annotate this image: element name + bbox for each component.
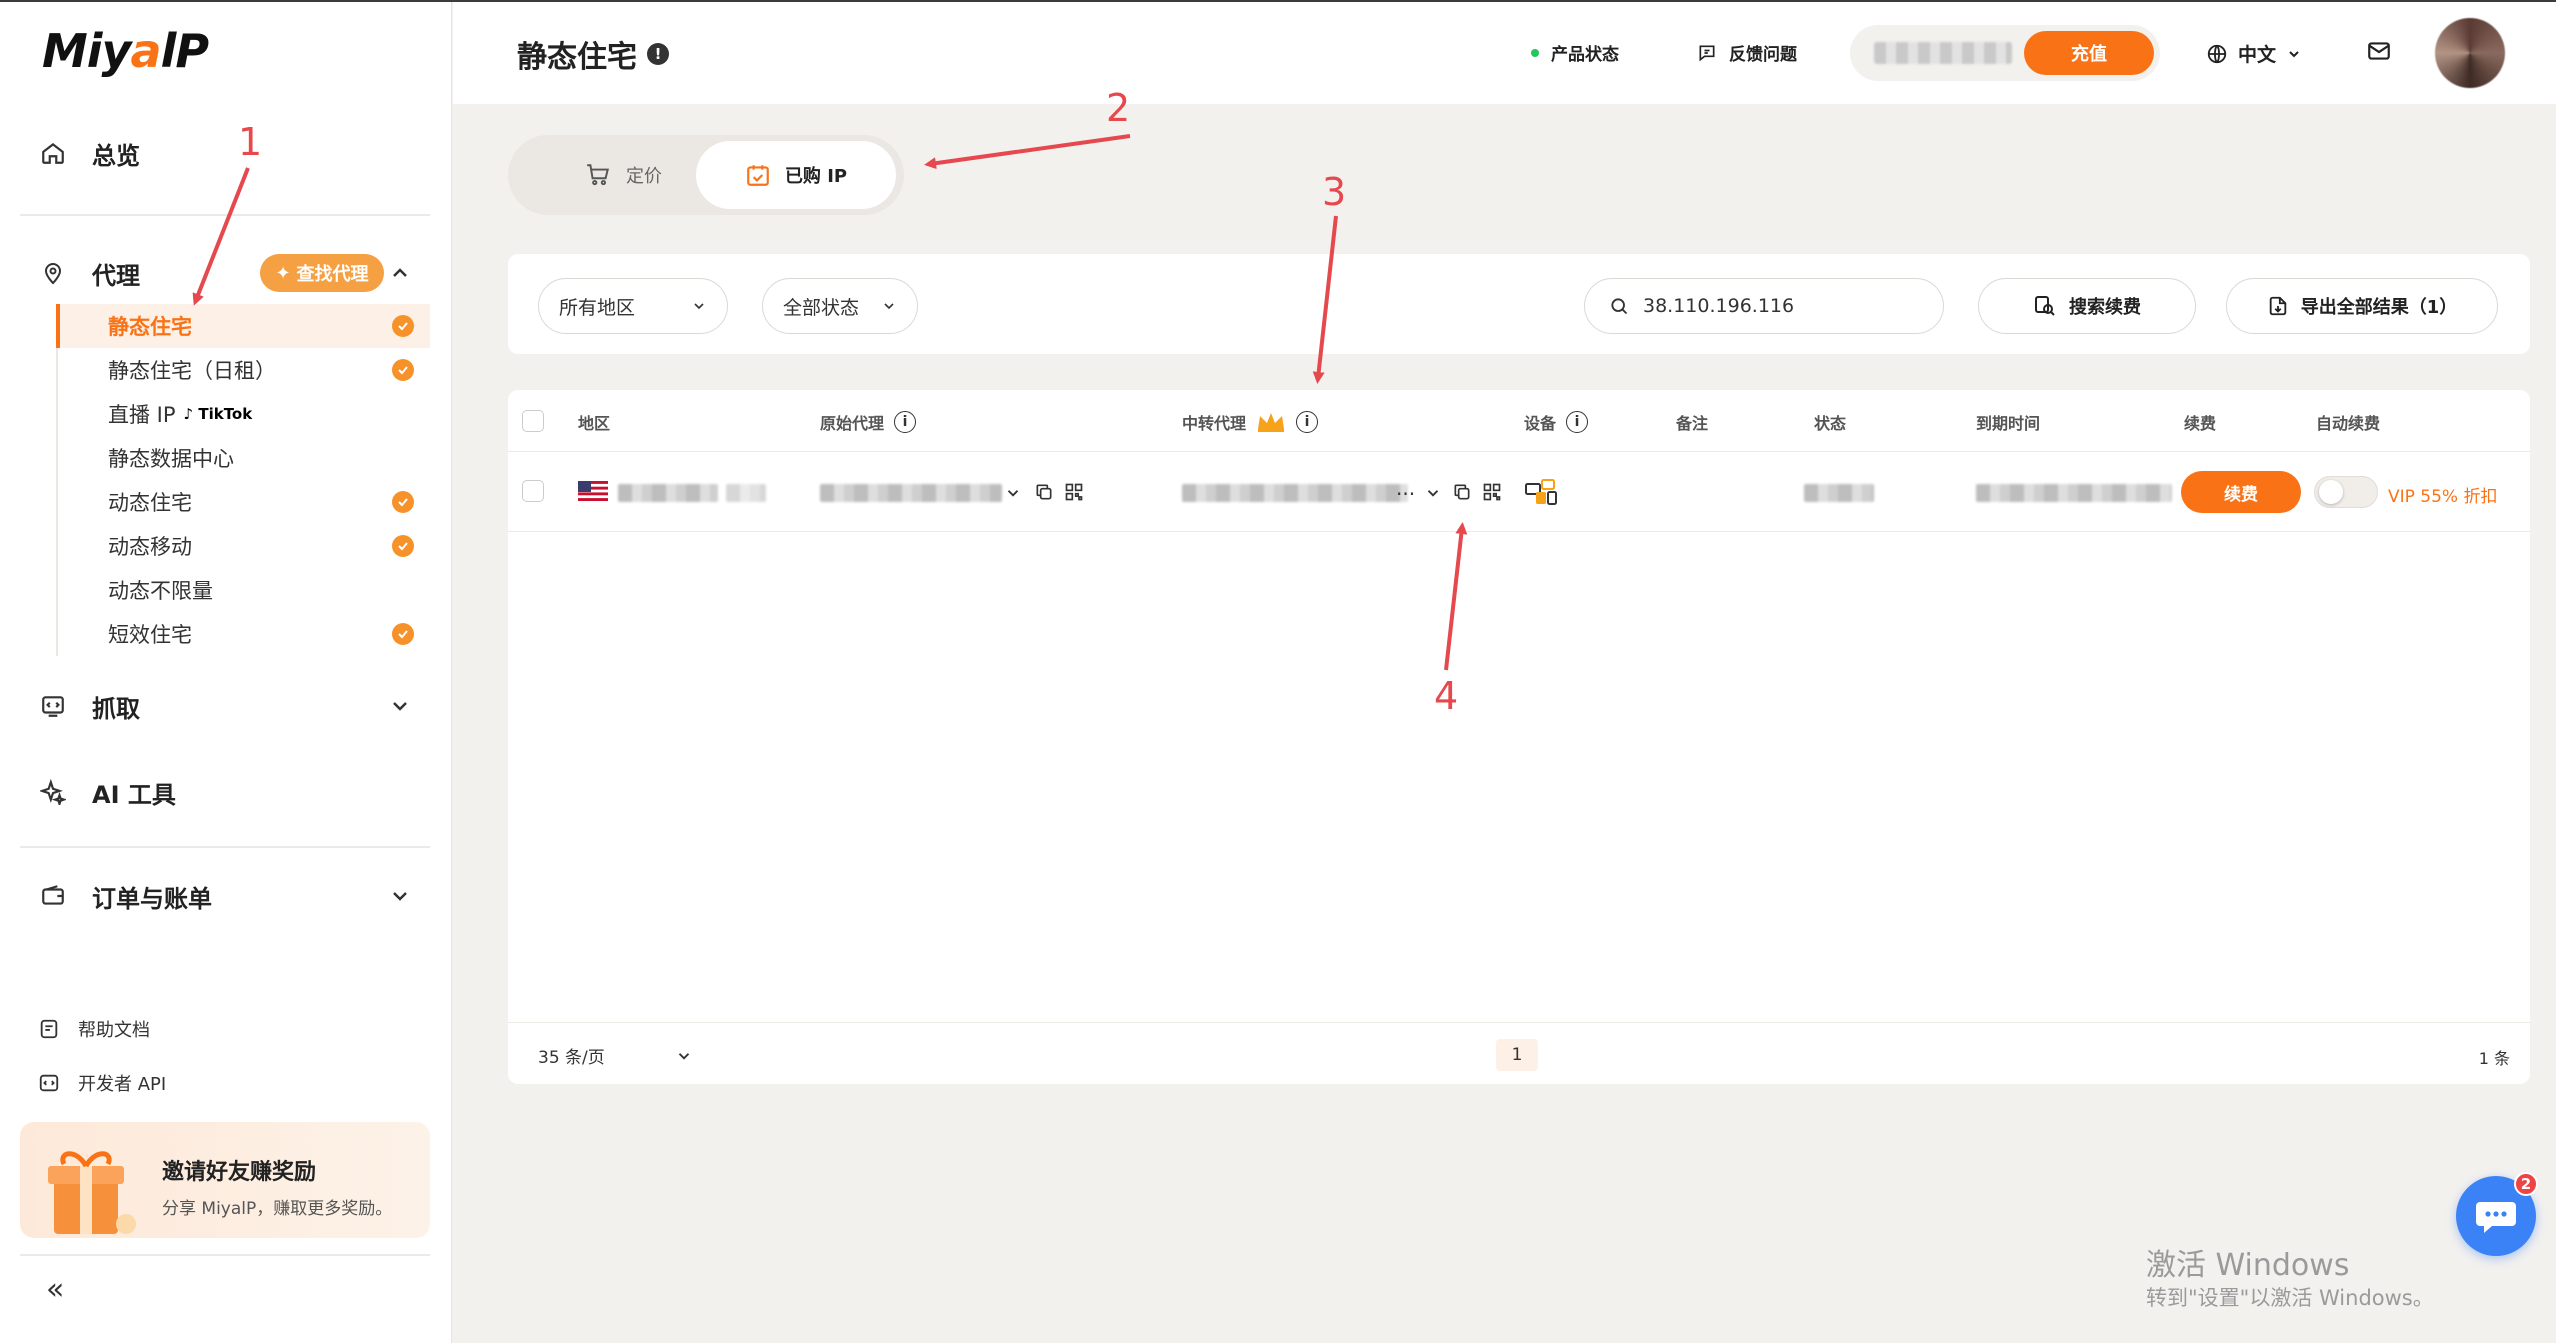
annotation-arrow-2	[924, 134, 1131, 170]
annotation-arrow-4	[1444, 522, 1468, 671]
chat-support-button[interactable]: 2	[2456, 1172, 2538, 1256]
annotation-arrow-1	[192, 167, 250, 306]
annotation-label-3: 3	[1322, 170, 1347, 214]
annotation-arrows	[192, 134, 1468, 671]
chat-bubble-icon	[2476, 1202, 2516, 1233]
annotation-label-1: 1	[238, 120, 263, 164]
windows-activation-hint: 转到"设置"以激活 Windows。	[2146, 1286, 2434, 1310]
windows-activation-watermark: 激活 Windows	[2146, 1248, 2350, 1283]
annotation-arrow-3	[1312, 215, 1338, 384]
annotation-label-2: 2	[1106, 86, 1131, 130]
annotation-label-4: 4	[1434, 674, 1459, 718]
chat-notification-badge: 2	[2514, 1172, 2538, 1196]
